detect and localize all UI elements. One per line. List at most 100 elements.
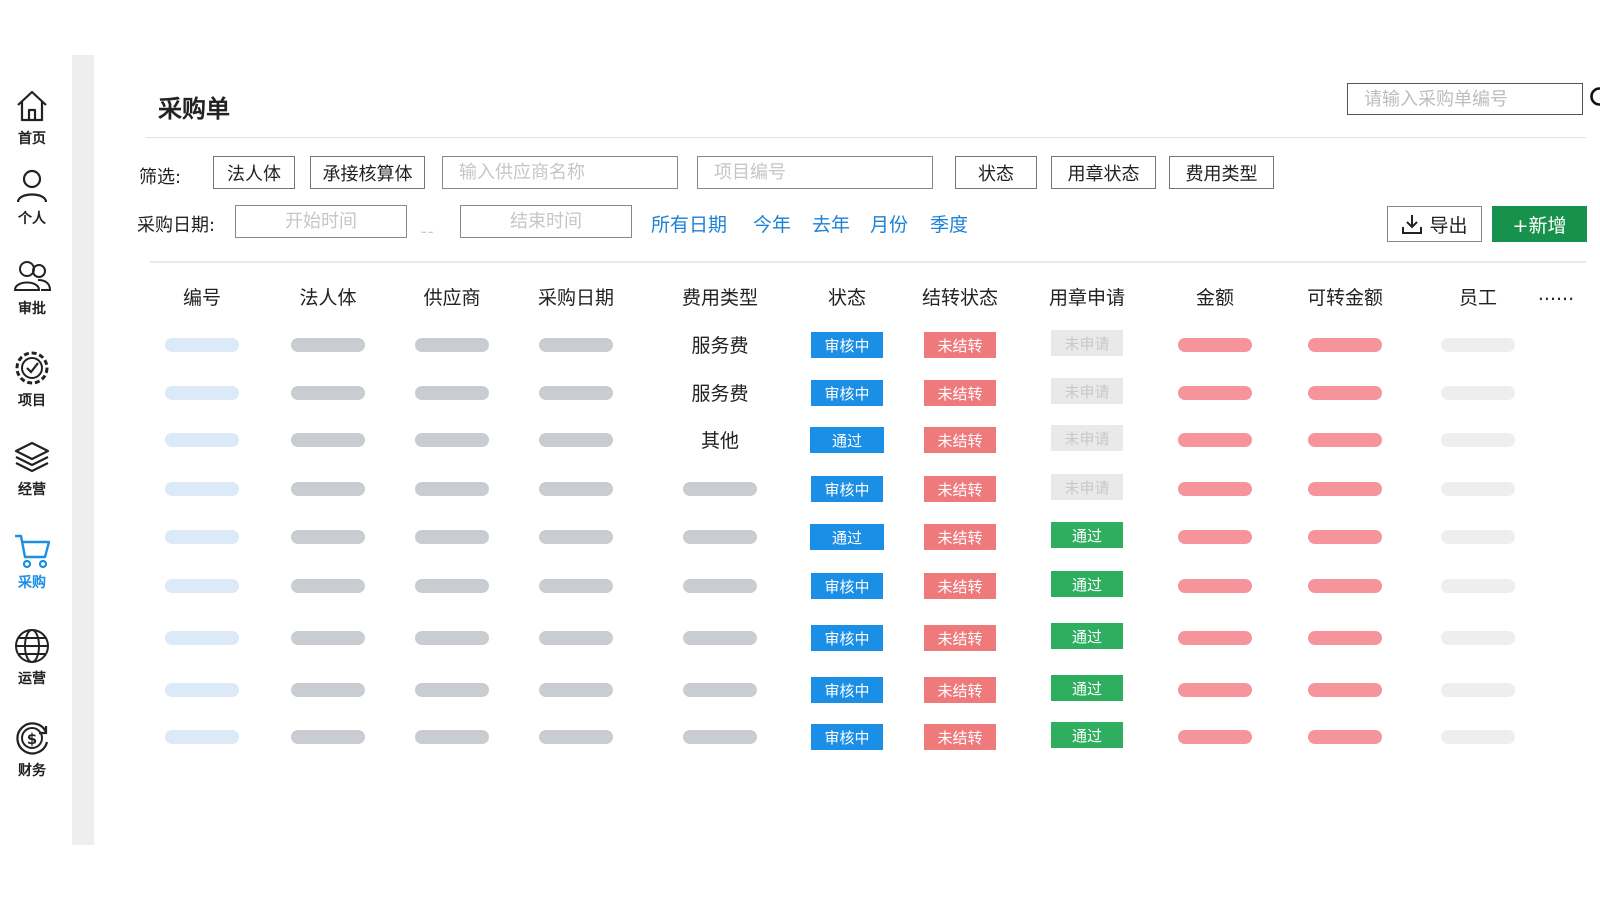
- search-icon[interactable]: [1589, 84, 1600, 114]
- purchase-date-cell: [539, 433, 613, 447]
- column-header: 费用类型: [681, 287, 758, 309]
- end-date-input[interactable]: [460, 205, 632, 238]
- sidebar-item-personal[interactable]: 个人: [0, 166, 64, 228]
- fee-type-cell: [683, 579, 757, 593]
- transferable-amount-cell: [1308, 730, 1382, 744]
- svg-text:$: $: [27, 730, 37, 748]
- amount-cell: [1178, 386, 1252, 400]
- sidebar-item-label: 审批: [18, 301, 46, 317]
- sidebar-item-purchase[interactable]: 采购: [0, 530, 64, 592]
- fee-type-cell: [683, 530, 757, 544]
- filter-divider: [150, 261, 1586, 263]
- employee-cell: [1441, 631, 1515, 645]
- legal-entity-filter-button[interactable]: 法人体: [213, 156, 295, 189]
- seal-application-badge: 通过: [1051, 722, 1123, 748]
- project-number-input[interactable]: [697, 156, 933, 189]
- column-header: ......: [1537, 283, 1575, 305]
- supplier-cell: [415, 579, 489, 593]
- search-input[interactable]: [1348, 84, 1589, 114]
- carry-status-badge: 未结转: [924, 476, 996, 502]
- employee-cell: [1441, 730, 1515, 744]
- date-link-last-year[interactable]: 去年: [812, 210, 850, 237]
- column-header: 采购日期: [537, 287, 614, 309]
- legal-entity-cell: [291, 579, 365, 593]
- employee-cell: [1441, 482, 1515, 496]
- sidebar-item-project[interactable]: 项目: [0, 348, 64, 410]
- number-cell: [165, 631, 239, 645]
- purchase-date-cell: [539, 683, 613, 697]
- amount-cell: [1178, 530, 1252, 544]
- sidebar-item-business[interactable]: 经营: [0, 437, 64, 499]
- carry-status-badge: 未结转: [924, 625, 996, 651]
- dollar-cycle-icon: $: [16, 722, 49, 755]
- fee-type-cell: [683, 482, 757, 496]
- legal-entity-cell: [291, 433, 365, 447]
- legal-entity-cell: [291, 482, 365, 496]
- transferable-amount-cell: [1308, 579, 1382, 593]
- cart-icon: [15, 534, 51, 569]
- sidebar-item-approval[interactable]: 审批: [0, 256, 64, 318]
- column-header: 供应商: [423, 287, 481, 309]
- amount-cell: [1178, 683, 1252, 697]
- date-link-month[interactable]: 月份: [870, 210, 908, 237]
- date-link-quarter[interactable]: 季度: [930, 210, 968, 237]
- number-cell: [165, 482, 239, 496]
- status-filter-button[interactable]: 状态: [955, 156, 1037, 189]
- transferable-amount-cell: [1308, 530, 1382, 544]
- sidebar-item-label: 个人: [18, 211, 46, 227]
- number-cell: [165, 338, 239, 352]
- carry-status-badge: 未结转: [924, 332, 996, 358]
- fee-type-cell: [683, 631, 757, 645]
- supplier-name-input[interactable]: [442, 156, 678, 189]
- sidebar-item-operation[interactable]: 运营: [0, 626, 64, 688]
- transferable-amount-cell: [1308, 386, 1382, 400]
- employee-cell: [1441, 433, 1515, 447]
- amount-cell: [1178, 631, 1252, 645]
- supplier-cell: [415, 683, 489, 697]
- sidebar-item-label: 项目: [18, 393, 46, 409]
- column-header: 用章申请: [1048, 287, 1125, 309]
- start-date-input[interactable]: [235, 205, 407, 238]
- sidebar-item-label: 采购: [18, 575, 46, 591]
- sidebar-item-label: 经营: [18, 482, 46, 498]
- search-box: [1347, 83, 1600, 115]
- purchase-date-cell: [539, 386, 613, 400]
- add-button[interactable]: +新增: [1492, 206, 1587, 242]
- transferable-amount-cell: [1308, 338, 1382, 352]
- status-badge: 通过: [810, 427, 884, 453]
- amount-cell: [1178, 338, 1252, 352]
- column-header: 编号: [182, 287, 221, 309]
- export-button[interactable]: 导出: [1387, 206, 1482, 242]
- purchase-date-cell: [539, 530, 613, 544]
- download-icon: [1402, 215, 1423, 234]
- gear-badge-icon: [15, 351, 49, 385]
- number-cell: [165, 386, 239, 400]
- seal-status-filter-button[interactable]: 用章状态: [1051, 156, 1156, 189]
- supplier-cell: [415, 386, 489, 400]
- title-divider: [146, 137, 1586, 138]
- transferable-amount-cell: [1308, 631, 1382, 645]
- transferable-amount-cell: [1308, 433, 1382, 447]
- users-icon: [13, 261, 52, 291]
- number-cell: [165, 730, 239, 744]
- sidebar-item-finance[interactable]: $ 财务: [0, 718, 64, 780]
- seal-application-badge: 通过: [1051, 623, 1123, 649]
- purchase-date-cell: [539, 730, 613, 744]
- accounting-entity-filter-button[interactable]: 承接核算体: [310, 156, 425, 189]
- carry-status-badge: 未结转: [924, 573, 996, 599]
- supplier-cell: [415, 530, 489, 544]
- carry-status-badge: 未结转: [924, 724, 996, 750]
- supplier-cell: [415, 631, 489, 645]
- fee-type-cell: [683, 730, 757, 744]
- sidebar-item-home[interactable]: 首页: [0, 86, 64, 148]
- transferable-amount-cell: [1308, 683, 1382, 697]
- fee-type-filter-button[interactable]: 费用类型: [1169, 156, 1274, 189]
- supplier-cell: [415, 338, 489, 352]
- column-header: 结转状态: [921, 287, 998, 309]
- column-header: 状态: [827, 287, 866, 309]
- seal-application-badge: 通过: [1051, 522, 1123, 548]
- date-link-all[interactable]: 所有日期: [651, 210, 727, 237]
- purchase-date-cell: [539, 338, 613, 352]
- column-header: 金额: [1195, 287, 1234, 309]
- date-link-this-year[interactable]: 今年: [753, 210, 791, 237]
